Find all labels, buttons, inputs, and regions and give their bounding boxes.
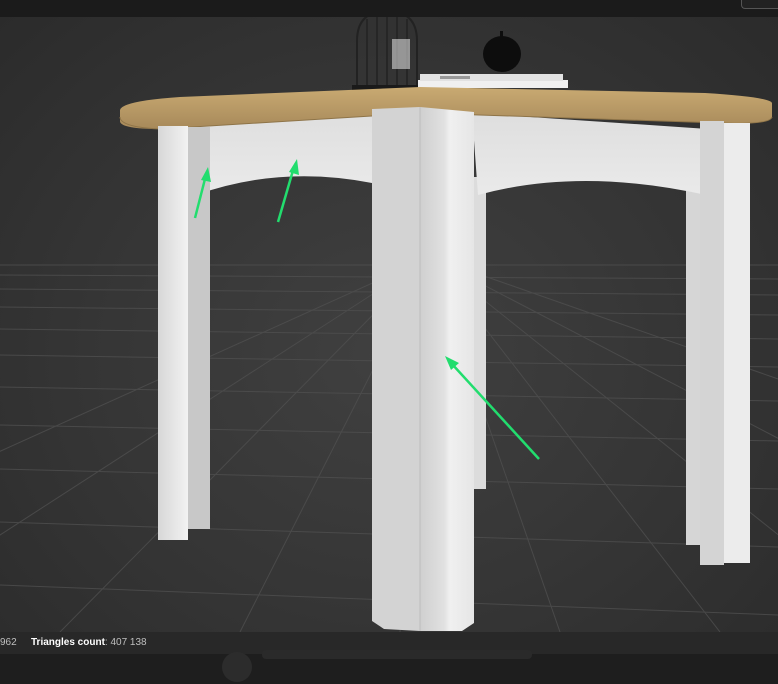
back-leg-left xyxy=(472,177,486,489)
avatar[interactable] xyxy=(222,652,252,682)
leg-front xyxy=(372,107,474,631)
back-leg-right xyxy=(686,167,700,545)
triangles-count: Triangles count: 407 138 xyxy=(31,637,147,648)
below-viewport xyxy=(0,650,778,684)
bird-cage xyxy=(352,17,422,90)
triangles-count-label: Triangles count xyxy=(31,637,105,648)
annotation-arrows xyxy=(193,159,540,460)
vertices-count-value: 962 xyxy=(0,637,17,648)
leg-right xyxy=(700,121,750,565)
triangles-count-value: 407 138 xyxy=(110,637,147,648)
apple-figurine xyxy=(483,31,521,72)
comment-preview xyxy=(262,650,532,659)
book-stack xyxy=(418,74,568,88)
model-render xyxy=(0,17,778,632)
3d-viewport[interactable] xyxy=(0,17,778,632)
top-bar xyxy=(0,0,778,17)
apron-right xyxy=(472,113,708,195)
window-tab[interactable] xyxy=(741,0,778,9)
